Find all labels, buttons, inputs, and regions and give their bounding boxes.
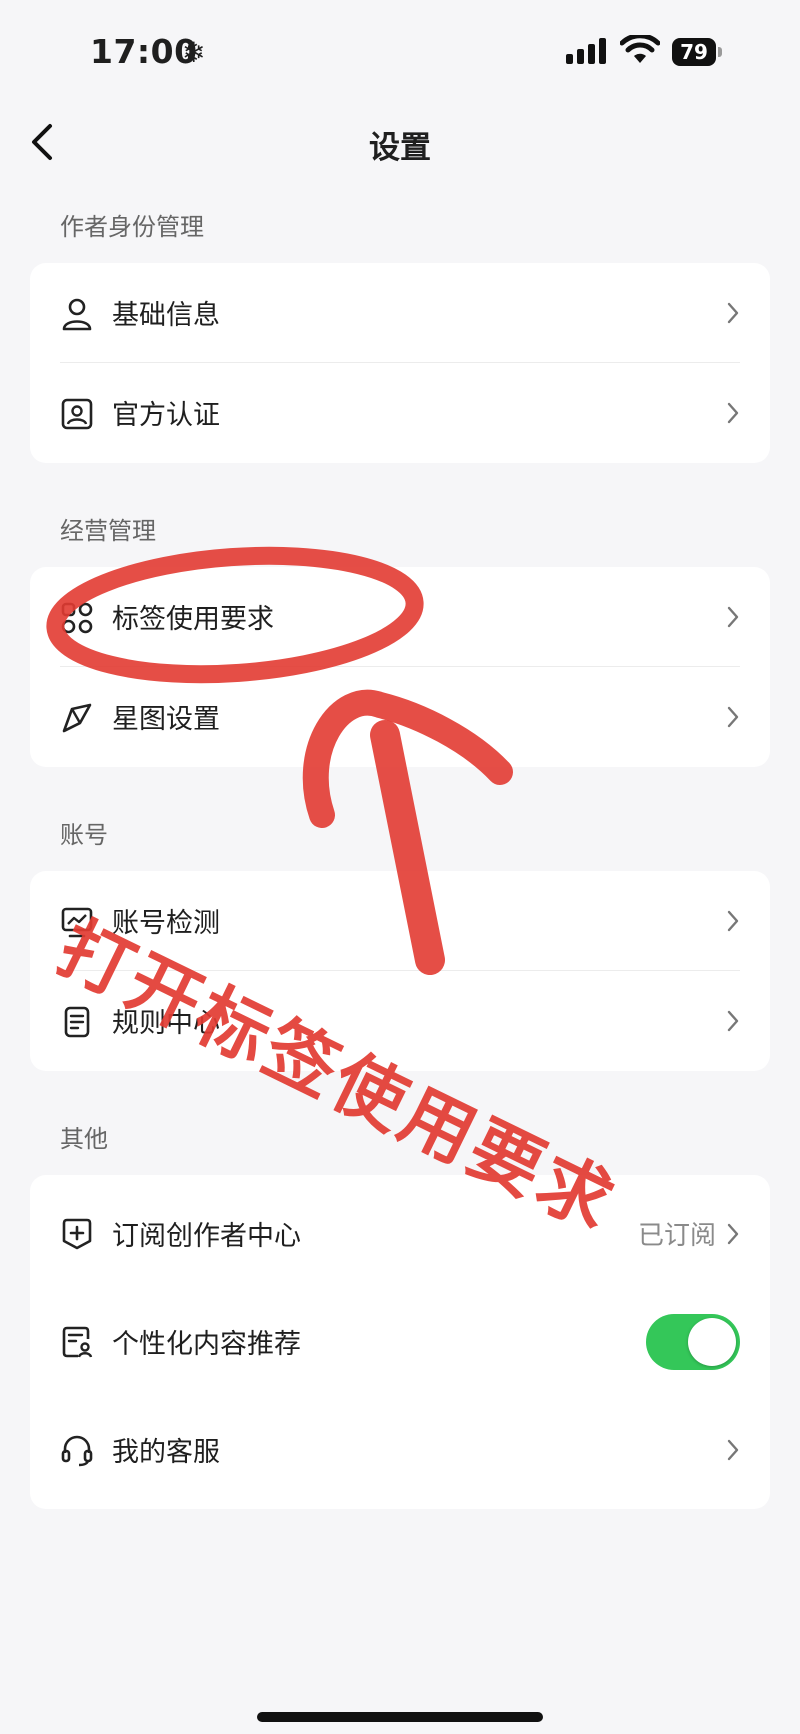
cellular-signal-icon [566,38,606,64]
battery-level: 79 [680,40,708,64]
chevron-right-icon [727,1439,739,1461]
chevron-right-icon [727,402,739,424]
subscription-status: 已订阅 [637,1221,716,1251]
row-label: 订阅创作者中心 [112,1221,301,1252]
row-label: 规则中心 [112,1008,220,1039]
row-account-check[interactable]: 账号检测 [30,871,770,971]
id-card-icon [61,398,93,430]
section-label-account: 账号 [60,821,108,849]
home-indicator [257,1712,543,1722]
profile-doc-icon [62,1326,93,1358]
row-basic-info[interactable]: 基础信息 [30,263,770,363]
row-label: 我的客服 [112,1437,220,1468]
star-map-icon [62,703,92,733]
personalization-toggle[interactable] [646,1314,740,1370]
row-official-verification[interactable]: 官方认证 [30,363,770,463]
chart-monitor-icon [61,907,93,938]
row-label: 标签使用要求 [112,604,274,635]
navigation-bar: 设置 [0,110,800,170]
chevron-right-icon [727,606,739,628]
snowflake-icon: ❄ [182,36,206,69]
chevron-right-icon [727,910,739,932]
document-icon [64,1006,90,1038]
card-account: 账号检测 规则中心 [30,871,770,1071]
row-label: 星图设置 [112,704,220,735]
wifi-icon [620,35,660,63]
person-icon [62,298,92,331]
row-label: 基础信息 [112,300,220,331]
row-customer-service[interactable]: 我的客服 [30,1396,770,1504]
chevron-right-icon [727,1223,739,1245]
row-label: 账号检测 [112,908,220,939]
headset-icon [61,1435,93,1467]
row-personalized-recommendation: 个性化内容推荐 [30,1288,770,1396]
chevron-right-icon [727,706,739,728]
row-tag-requirements[interactable]: 标签使用要求 [30,567,770,667]
row-label: 官方认证 [112,400,220,431]
chevron-right-icon [727,1010,739,1032]
section-label-other: 其他 [60,1125,108,1153]
card-identity: 基础信息 官方认证 [30,263,770,463]
grid-icon [61,602,93,634]
card-business: 标签使用要求 星图设置 [30,567,770,767]
section-label-identity: 作者身份管理 [60,213,204,241]
toggle-knob [688,1318,736,1366]
row-rules-center[interactable]: 规则中心 [30,971,770,1071]
battery-icon: 79 [672,38,724,66]
row-star-map-settings[interactable]: 星图设置 [30,667,770,767]
section-label-business: 经营管理 [60,517,156,545]
page-title: 设置 [369,130,431,166]
card-other: 订阅创作者中心 已订阅 个性化内容推荐 我的客服 [30,1175,770,1509]
plus-shield-icon [62,1218,92,1250]
row-subscribe-creator-center[interactable]: 订阅创作者中心 已订阅 [30,1180,770,1288]
chevron-right-icon [727,302,739,324]
row-label: 个性化内容推荐 [112,1329,301,1360]
status-bar: 17:00 ❄ 79 [0,0,800,110]
